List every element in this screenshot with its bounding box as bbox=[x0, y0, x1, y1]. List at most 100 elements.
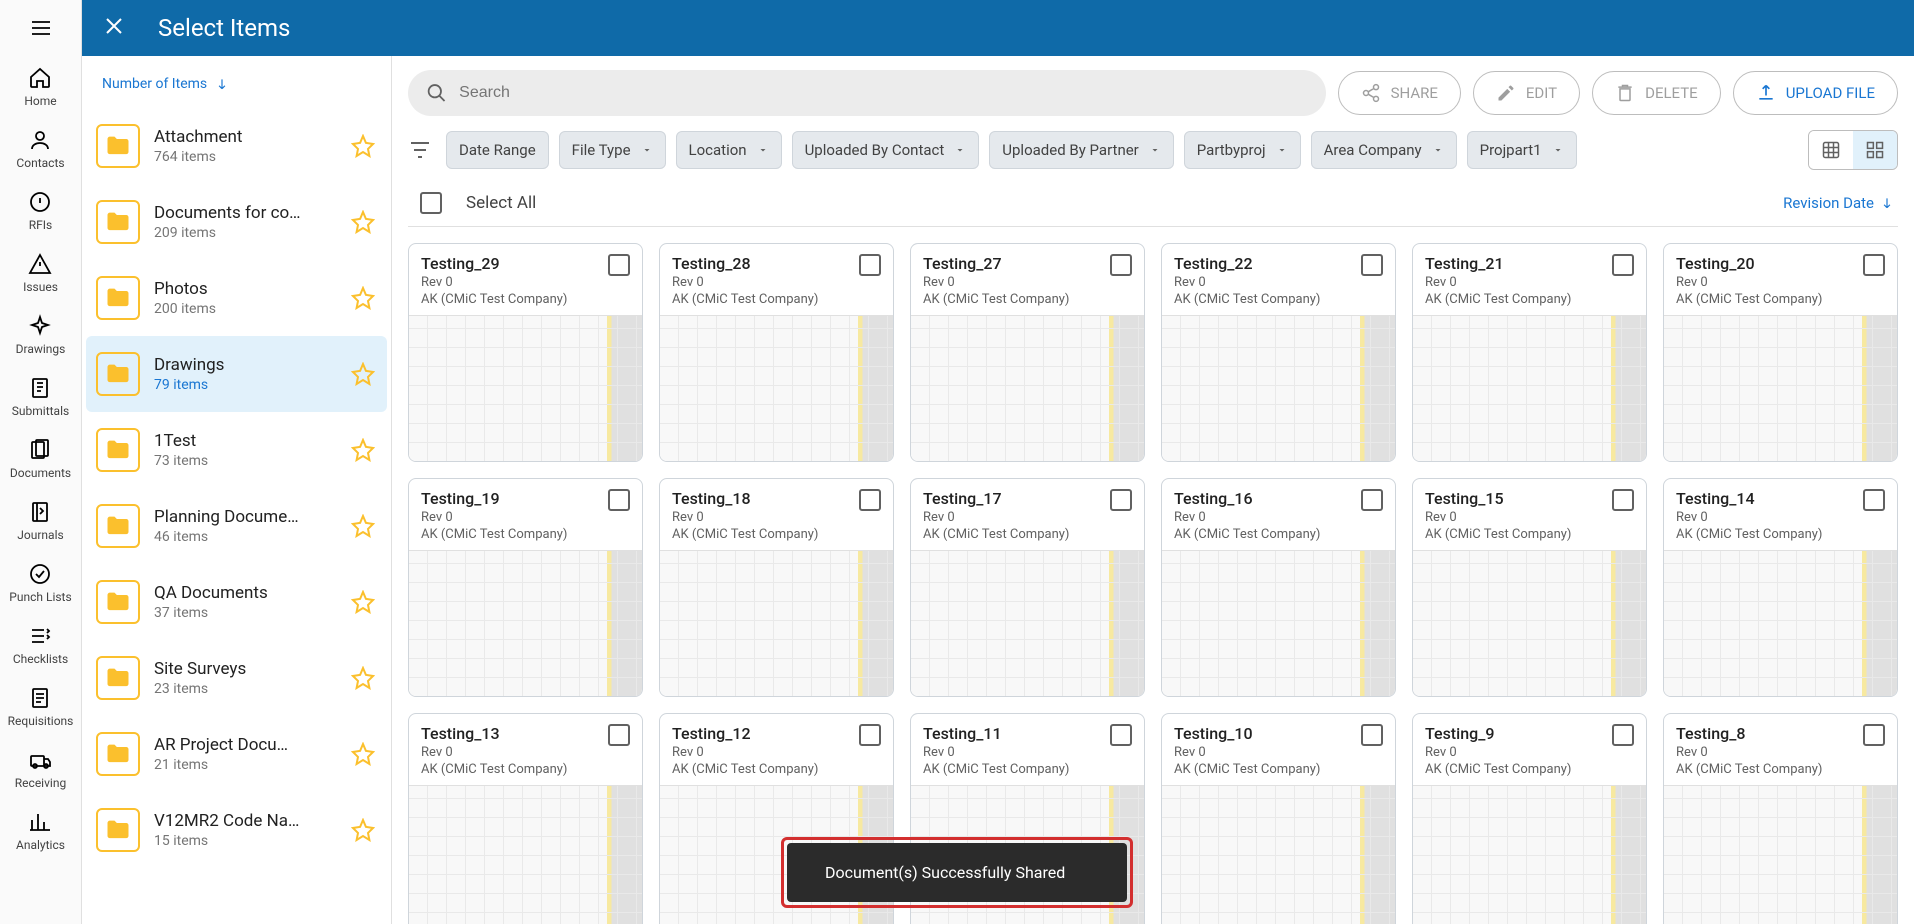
filter-chip[interactable]: Projpart1 bbox=[1467, 131, 1577, 169]
card-checkbox[interactable] bbox=[1361, 489, 1383, 511]
card-title: Testing_27 bbox=[923, 254, 1110, 273]
star-button[interactable] bbox=[351, 134, 375, 158]
card-checkbox[interactable] bbox=[608, 254, 630, 276]
select-all-checkbox[interactable] bbox=[420, 192, 442, 214]
star-button[interactable] bbox=[351, 818, 375, 842]
rail-item-checklists[interactable]: Checklists bbox=[8, 614, 74, 676]
card-owner: AK (CMiC Test Company) bbox=[672, 762, 859, 777]
list-view-button[interactable] bbox=[1809, 131, 1853, 169]
card-checkbox[interactable] bbox=[859, 254, 881, 276]
card-title: Testing_22 bbox=[1174, 254, 1361, 273]
card-owner: AK (CMiC Test Company) bbox=[421, 527, 608, 542]
folder-item[interactable]: QA Documents 37 items bbox=[86, 564, 387, 640]
card-checkbox[interactable] bbox=[608, 489, 630, 511]
card-checkbox[interactable] bbox=[1361, 724, 1383, 746]
search-input[interactable] bbox=[459, 84, 1307, 102]
star-button[interactable] bbox=[351, 362, 375, 386]
document-card[interactable]: Testing_20 Rev 0 AK (CMiC Test Company) bbox=[1663, 243, 1898, 462]
card-thumbnail bbox=[660, 550, 893, 696]
rail-item-rfis[interactable]: RFIs bbox=[8, 180, 74, 242]
card-checkbox[interactable] bbox=[1863, 254, 1885, 276]
delete-icon bbox=[1615, 83, 1635, 103]
delete-label: DELETE bbox=[1645, 84, 1698, 102]
card-checkbox[interactable] bbox=[1110, 724, 1132, 746]
star-button[interactable] bbox=[351, 742, 375, 766]
document-card[interactable]: Testing_28 Rev 0 AK (CMiC Test Company) bbox=[659, 243, 894, 462]
filter-chip[interactable]: Location bbox=[676, 131, 782, 169]
upload-label: UPLOAD FILE bbox=[1786, 84, 1875, 102]
rail-item-issues[interactable]: Issues bbox=[8, 242, 74, 304]
star-button[interactable] bbox=[351, 590, 375, 614]
document-card[interactable]: Testing_14 Rev 0 AK (CMiC Test Company) bbox=[1663, 478, 1898, 697]
edit-button[interactable]: EDIT bbox=[1473, 71, 1580, 115]
card-checkbox[interactable] bbox=[859, 724, 881, 746]
search-box[interactable] bbox=[408, 70, 1326, 116]
document-card[interactable]: Testing_17 Rev 0 AK (CMiC Test Company) bbox=[910, 478, 1145, 697]
grid-view-button[interactable] bbox=[1853, 131, 1897, 169]
card-checkbox[interactable] bbox=[1612, 489, 1634, 511]
rail-item-drawings[interactable]: Drawings bbox=[8, 304, 74, 366]
folder-item[interactable]: Site Surveys 23 items bbox=[86, 640, 387, 716]
card-checkbox[interactable] bbox=[859, 489, 881, 511]
folder-item[interactable]: 1Test 73 items bbox=[86, 412, 387, 488]
filter-chip[interactable]: Area Company bbox=[1311, 131, 1457, 169]
delete-button[interactable]: DELETE bbox=[1592, 71, 1721, 115]
filter-chip[interactable]: Date Range bbox=[446, 131, 549, 169]
rail-item-punch-lists[interactable]: Punch Lists bbox=[8, 552, 74, 614]
rail-item-contacts[interactable]: Contacts bbox=[8, 118, 74, 180]
folder-item[interactable]: AR Project Docu… 21 items bbox=[86, 716, 387, 792]
document-card[interactable]: Testing_8 Rev 0 AK (CMiC Test Company) bbox=[1663, 713, 1898, 924]
card-checkbox[interactable] bbox=[608, 724, 630, 746]
document-card[interactable]: Testing_18 Rev 0 AK (CMiC Test Company) bbox=[659, 478, 894, 697]
filter-chip[interactable]: Partbyproj bbox=[1184, 131, 1301, 169]
hamburger-button[interactable] bbox=[14, 8, 68, 48]
filter-button[interactable] bbox=[408, 138, 432, 162]
star-button[interactable] bbox=[351, 286, 375, 310]
document-card[interactable]: Testing_29 Rev 0 AK (CMiC Test Company) bbox=[408, 243, 643, 462]
grid-sort[interactable]: Revision Date bbox=[1783, 194, 1894, 212]
rail-item-journals[interactable]: Journals bbox=[8, 490, 74, 552]
card-checkbox[interactable] bbox=[1612, 724, 1634, 746]
card-checkbox[interactable] bbox=[1110, 489, 1132, 511]
close-button[interactable] bbox=[102, 14, 126, 42]
star-button[interactable] bbox=[351, 210, 375, 234]
document-card[interactable]: Testing_19 Rev 0 AK (CMiC Test Company) bbox=[408, 478, 643, 697]
rail-item-home[interactable]: Home bbox=[8, 56, 74, 118]
star-button[interactable] bbox=[351, 514, 375, 538]
filter-chip[interactable]: File Type bbox=[559, 131, 666, 169]
card-checkbox[interactable] bbox=[1110, 254, 1132, 276]
folder-item[interactable]: Documents for co… 209 items bbox=[86, 184, 387, 260]
document-card[interactable]: Testing_10 Rev 0 AK (CMiC Test Company) bbox=[1161, 713, 1396, 924]
document-card[interactable]: Testing_27 Rev 0 AK (CMiC Test Company) bbox=[910, 243, 1145, 462]
folder-item[interactable]: Photos 200 items bbox=[86, 260, 387, 336]
rail-item-documents[interactable]: Documents bbox=[8, 428, 74, 490]
search-icon bbox=[426, 82, 447, 104]
upload-button[interactable]: UPLOAD FILE bbox=[1733, 71, 1898, 115]
rail-item-submittals[interactable]: Submittals bbox=[8, 366, 74, 428]
filter-chip[interactable]: Uploaded By Partner bbox=[989, 131, 1174, 169]
document-card[interactable]: Testing_16 Rev 0 AK (CMiC Test Company) bbox=[1161, 478, 1396, 697]
folder-item[interactable]: V12MR2 Code Na… 15 items bbox=[86, 792, 387, 868]
document-card[interactable]: Testing_13 Rev 0 AK (CMiC Test Company) bbox=[408, 713, 643, 924]
rail-item-requisitions[interactable]: Requisitions bbox=[8, 676, 74, 738]
rail-label: Checklists bbox=[13, 652, 68, 666]
folder-item[interactable]: Attachment 764 items bbox=[86, 108, 387, 184]
document-card[interactable]: Testing_22 Rev 0 AK (CMiC Test Company) bbox=[1161, 243, 1396, 462]
document-card[interactable]: Testing_21 Rev 0 AK (CMiC Test Company) bbox=[1412, 243, 1647, 462]
rail-item-analytics[interactable]: Analytics bbox=[8, 800, 74, 862]
filter-chip[interactable]: Uploaded By Contact bbox=[792, 131, 980, 169]
document-card[interactable]: Testing_9 Rev 0 AK (CMiC Test Company) bbox=[1412, 713, 1647, 924]
folder-item[interactable]: Drawings 79 items bbox=[86, 336, 387, 412]
star-button[interactable] bbox=[351, 666, 375, 690]
folder-sort[interactable]: Number of Items bbox=[82, 68, 391, 108]
card-checkbox[interactable] bbox=[1361, 254, 1383, 276]
star-button[interactable] bbox=[351, 438, 375, 462]
document-card[interactable]: Testing_15 Rev 0 AK (CMiC Test Company) bbox=[1412, 478, 1647, 697]
folder-item[interactable]: Planning Docume… 46 items bbox=[86, 488, 387, 564]
card-checkbox[interactable] bbox=[1612, 254, 1634, 276]
rail-item-receiving[interactable]: Receiving bbox=[8, 738, 74, 800]
folder-name: AR Project Docu… bbox=[154, 735, 337, 755]
card-checkbox[interactable] bbox=[1863, 489, 1885, 511]
card-checkbox[interactable] bbox=[1863, 724, 1885, 746]
share-button[interactable]: SHARE bbox=[1338, 71, 1461, 115]
